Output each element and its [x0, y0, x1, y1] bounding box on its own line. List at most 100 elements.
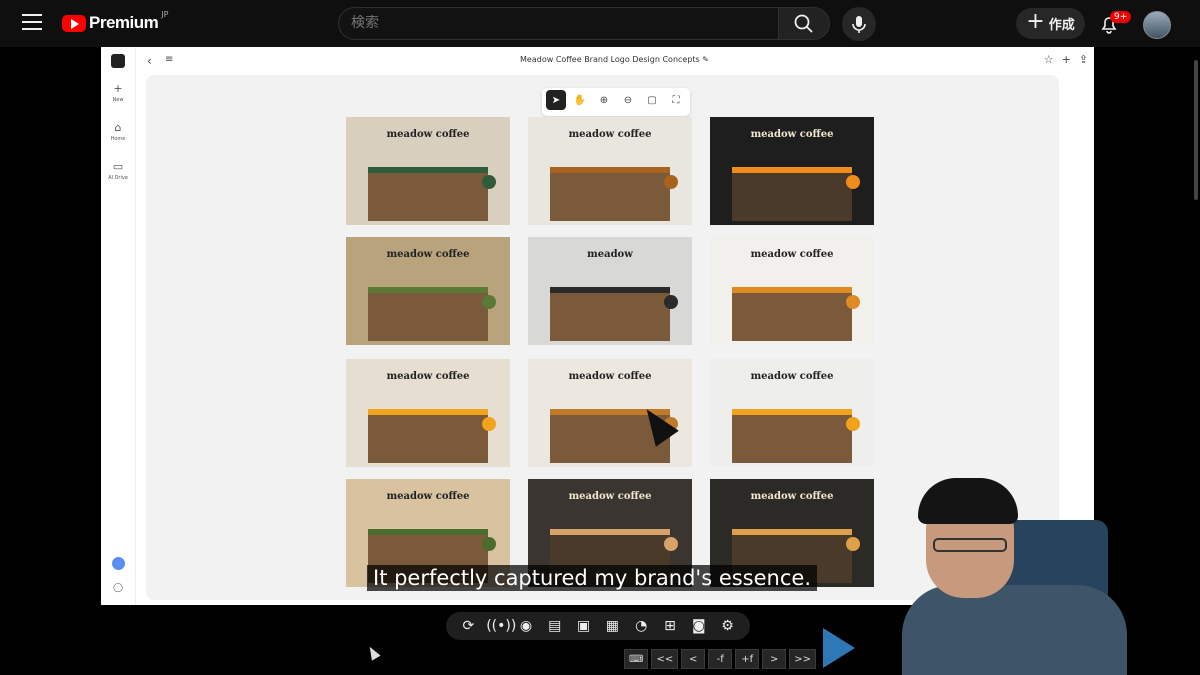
storefront-graphic: [550, 287, 670, 341]
preview-icon[interactable]: ◉: [515, 618, 537, 634]
frame-step-button[interactable]: >: [762, 649, 787, 669]
camera-icon[interactable]: ◙: [688, 618, 710, 634]
storefront-graphic: [732, 287, 852, 341]
logo-badge-icon: [664, 295, 678, 309]
search-input[interactable]: [339, 8, 763, 38]
assistant-icon[interactable]: [112, 557, 125, 570]
share-icon[interactable]: ⇪: [1079, 53, 1088, 66]
image-tile[interactable]: meadow coffee: [346, 117, 510, 225]
storefront-graphic: [368, 409, 488, 463]
edit-icon[interactable]: ✎: [702, 55, 709, 64]
rail-item-label: New: [112, 97, 124, 103]
logo-sign: meadow coffee: [386, 371, 470, 382]
image-tile[interactable]: meadow coffee: [346, 237, 510, 345]
frame-step-button[interactable]: <<: [651, 649, 679, 669]
logo-badge-icon: [482, 295, 496, 309]
rail-item-label: Home: [110, 136, 126, 142]
frame-icon[interactable]: ▣: [573, 618, 595, 634]
image-tile[interactable]: meadow coffee: [528, 117, 692, 225]
page-scrollbar[interactable]: [1194, 60, 1198, 200]
image-tile[interactable]: meadow coffee: [710, 359, 874, 467]
logo-sign: meadow coffee: [568, 371, 652, 382]
clapper-icon[interactable]: ▤: [544, 618, 566, 634]
broadcast-icon[interactable]: ((•)): [486, 618, 516, 634]
star-icon[interactable]: ☆: [1044, 53, 1054, 66]
frame-step-button[interactable]: >>: [789, 649, 816, 669]
frame-step-button[interactable]: <: [681, 649, 706, 669]
logo-badge-icon: [482, 417, 496, 431]
frame-step-button[interactable]: +f: [735, 649, 760, 669]
webcam-decoration: [823, 628, 855, 668]
logo-badge-icon: [664, 537, 678, 551]
doc-title[interactable]: Meadow Coffee Brand Logo Design Concepts…: [135, 55, 1094, 64]
logo-sign: meadow: [587, 249, 633, 260]
mic-icon: [852, 16, 866, 33]
plus-icon: +: [1026, 9, 1045, 34]
speed-icon[interactable]: ◔: [630, 618, 652, 634]
rail-item-new[interactable]: + New: [101, 82, 135, 104]
presenter-glasses: [933, 538, 1007, 552]
player-extension-controls: ⟳ ((•)) ◉ ▤ ▣ ▦ ◔ ⊞ ◙ ⚙: [446, 612, 750, 640]
fullscreen-icon[interactable]: ⛶: [666, 90, 686, 110]
rail-item-home[interactable]: ⌂ Home: [101, 121, 135, 143]
app-sidebar: + New ⌂ Home ▭ AI Drive ◯: [101, 47, 136, 605]
rail-item-ai-drive[interactable]: ▭ AI Drive: [101, 160, 135, 182]
image-tile[interactable]: meadow coffee: [710, 117, 874, 225]
logo-badge-icon: [482, 537, 496, 551]
select-tool-icon[interactable]: ➤: [546, 90, 566, 110]
zoom-in-icon[interactable]: ⊕: [594, 90, 614, 110]
app-header: ‹ ≡ Meadow Coffee Brand Logo Design Conc…: [135, 47, 1094, 75]
storefront-graphic: [550, 167, 670, 221]
add-icon[interactable]: +: [1062, 53, 1071, 66]
frame-step-button[interactable]: -f: [708, 649, 733, 669]
logo-badge-icon: [846, 417, 860, 431]
zoom-out-icon[interactable]: ⊖: [618, 90, 638, 110]
search-icon: [794, 14, 813, 33]
image-tile[interactable]: meadow coffee: [528, 359, 692, 467]
youtube-logo[interactable]: Premium JP: [62, 9, 169, 33]
logo-sign: meadow coffee: [386, 129, 470, 140]
search-button[interactable]: [778, 7, 830, 40]
storefront-graphic: [368, 167, 488, 221]
logo-sign: meadow coffee: [750, 371, 834, 382]
home-icon: ⌂: [114, 121, 122, 134]
youtube-header: Premium JP + 作成 9+: [0, 0, 1200, 47]
image-tile[interactable]: meadow: [528, 237, 692, 345]
search-box[interactable]: [338, 7, 778, 40]
image-tile[interactable]: meadow coffee: [346, 359, 510, 467]
logo-sign: meadow coffee: [386, 491, 470, 502]
create-button[interactable]: + 作成: [1016, 8, 1085, 39]
logo-badge-icon: [846, 295, 860, 309]
logo-badge-icon: [482, 175, 496, 189]
folder-icon: ▭: [112, 160, 124, 173]
loop-icon[interactable]: ⟳: [457, 618, 479, 634]
header-actions: ☆ + ⇪: [1044, 53, 1088, 66]
frame-step-controls: ⌨ << < -f +f > >>: [624, 649, 816, 669]
settings-icon[interactable]: ⚙: [717, 618, 739, 634]
app-logo-icon[interactable]: [111, 54, 125, 68]
rail-item-label: AI Drive: [108, 175, 128, 181]
brand-label: Premium: [89, 13, 159, 32]
logo-badge-icon: [664, 175, 678, 189]
region-label: JP: [161, 9, 169, 19]
fit-icon[interactable]: ▢: [642, 90, 662, 110]
logo-sign: meadow coffee: [750, 491, 834, 502]
plus-icon: +: [113, 82, 123, 95]
filmstrip-icon[interactable]: ▦: [601, 618, 623, 634]
add-icon[interactable]: ⊞: [659, 618, 681, 634]
canvas-toolbar: ➤ ✋ ⊕ ⊖ ▢ ⛶: [542, 88, 690, 116]
logo-sign: meadow coffee: [568, 491, 652, 502]
voice-search-button[interactable]: [842, 7, 876, 41]
hand-tool-icon[interactable]: ✋: [570, 90, 590, 110]
presenter-hair: [918, 478, 1018, 524]
logo-sign: meadow coffee: [386, 249, 470, 260]
logo-badge-icon: [846, 175, 860, 189]
create-label: 作成: [1048, 18, 1075, 33]
subtitle-caption: It perfectly captured my brand's essence…: [367, 565, 817, 591]
presenter-body: [902, 585, 1127, 675]
user-icon[interactable]: ◯: [113, 583, 123, 593]
account-avatar[interactable]: [1143, 11, 1171, 39]
keyboard-icon[interactable]: ⌨: [624, 649, 649, 669]
menu-icon[interactable]: [22, 14, 42, 32]
image-tile[interactable]: meadow coffee: [710, 237, 874, 345]
